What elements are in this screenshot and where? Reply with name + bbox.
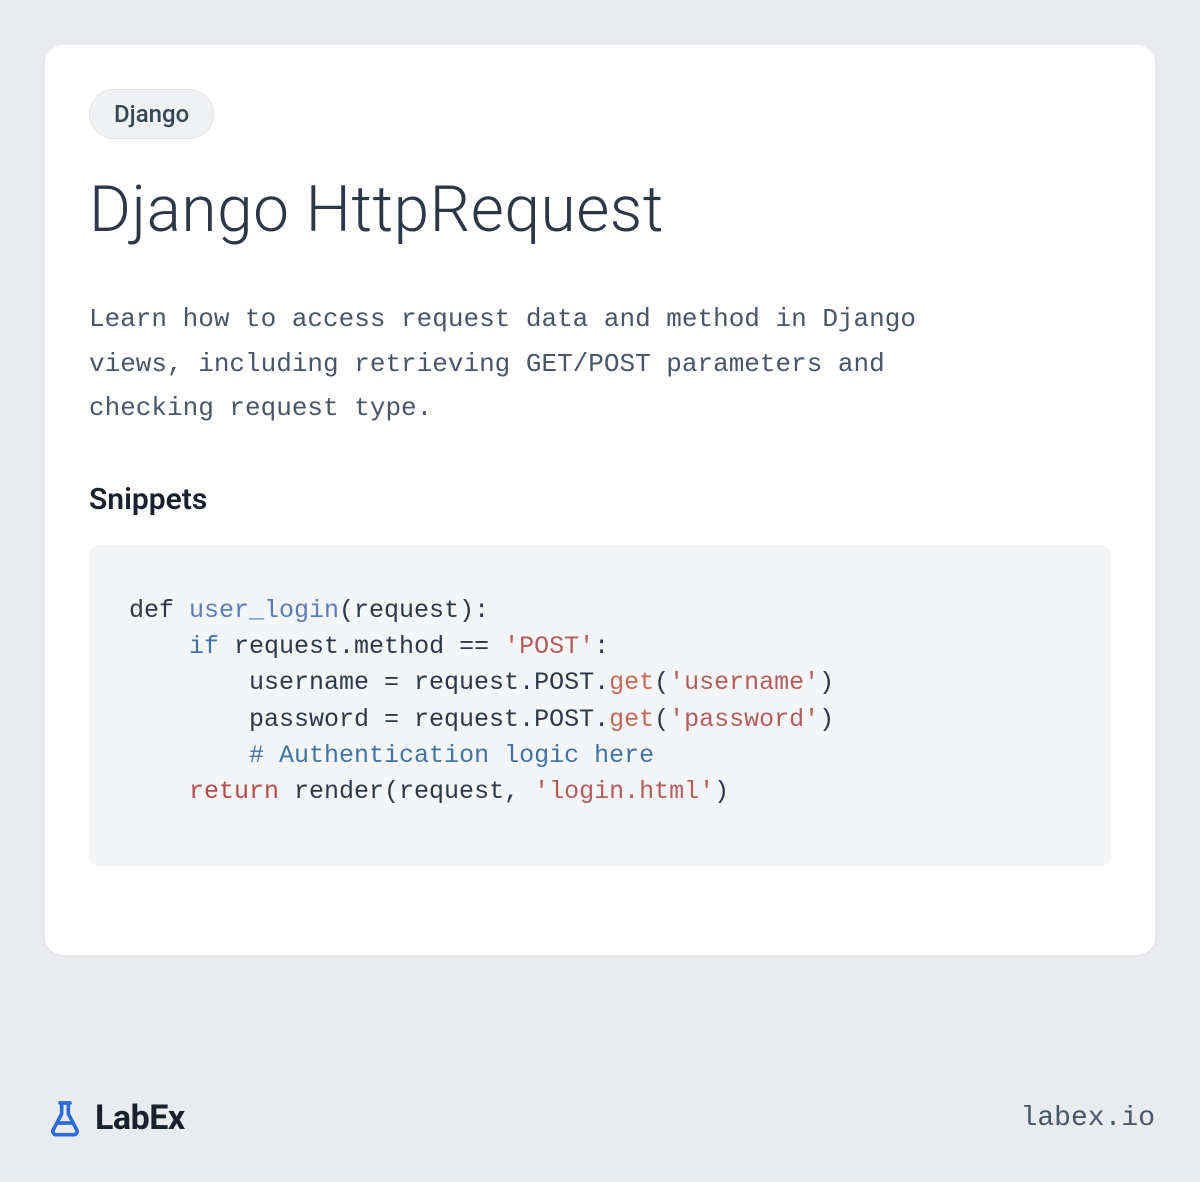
code-text (129, 777, 189, 806)
code-text (129, 632, 189, 661)
code-string: 'POST' (504, 632, 594, 661)
code-text: render(request, (279, 777, 534, 806)
code-string: 'username' (669, 668, 819, 697)
code-text: ) (714, 777, 729, 806)
category-tag: Django (89, 89, 214, 139)
page-footer: LabEx labex.io (45, 1098, 1155, 1138)
code-text: ) (819, 705, 834, 734)
code-comment: # Authentication logic here (249, 741, 654, 770)
footer-url: labex.io (1021, 1103, 1155, 1134)
code-method: get (609, 668, 654, 697)
code-text: ( (654, 668, 669, 697)
brand-name: LabEx (95, 1098, 185, 1138)
code-text: password = request.POST. (129, 705, 609, 734)
snippets-heading: Snippets (89, 482, 1111, 517)
code-string: 'login.html' (534, 777, 714, 806)
page-title: Django HttpRequest (89, 175, 1111, 245)
code-text: : (594, 632, 609, 661)
code-text: ) (819, 668, 834, 697)
code-text: username = request.POST. (129, 668, 609, 697)
brand-logo: LabEx (45, 1098, 185, 1138)
code-text: request.method == (219, 632, 504, 661)
code-text: (request): (339, 596, 489, 625)
code-snippet: def user_login(request): if request.meth… (89, 545, 1111, 867)
code-function-name: user_login (189, 596, 339, 625)
code-method: get (609, 705, 654, 734)
code-keyword: return (189, 777, 279, 806)
code-keyword: if (189, 632, 219, 661)
flask-icon (45, 1098, 85, 1138)
content-card: Django Django HttpRequest Learn how to a… (45, 45, 1155, 955)
code-string: 'password' (669, 705, 819, 734)
code-text: ( (654, 705, 669, 734)
page-description: Learn how to access request data and met… (89, 297, 1009, 430)
code-text: def (129, 596, 189, 625)
code-text (129, 741, 249, 770)
